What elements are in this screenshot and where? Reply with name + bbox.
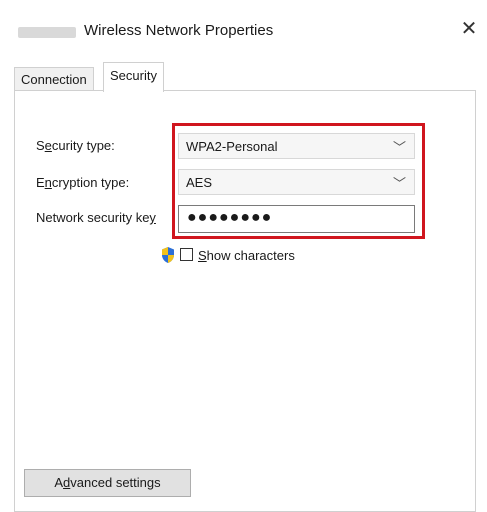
window-title: Wireless Network Properties: [84, 22, 274, 39]
show-characters-checkbox[interactable]: [180, 248, 193, 261]
close-button[interactable]: ✕: [454, 14, 484, 44]
security-type-label: Security type:: [36, 138, 115, 153]
close-icon: ✕: [460, 18, 478, 40]
security-type-value: WPA2-Personal: [186, 139, 278, 154]
show-characters-label[interactable]: Show characters: [198, 248, 295, 263]
masked-key-value: ●●●●●●●●: [187, 209, 273, 226]
network-name-redacted: [18, 27, 76, 38]
tab-strip: Connection Security: [14, 62, 474, 92]
network-security-key-field[interactable]: ●●●●●●●●: [178, 205, 415, 233]
tab-security[interactable]: Security: [103, 62, 164, 92]
title-bar: Wireless Network Properties ✕: [0, 0, 487, 62]
chevron-down-icon: ﹀: [392, 140, 406, 155]
shield-icon: [162, 247, 174, 263]
network-security-key-label: Network security key: [36, 210, 156, 225]
security-type-dropdown[interactable]: WPA2-Personal ﹀: [178, 133, 415, 159]
encryption-type-value: AES: [186, 175, 213, 190]
chevron-down-icon: ﹀: [392, 176, 406, 191]
encryption-type-label: Encryption type:: [36, 175, 130, 190]
tab-connection[interactable]: Connection: [14, 67, 94, 92]
encryption-type-dropdown[interactable]: AES ﹀: [178, 169, 415, 195]
advanced-settings-button[interactable]: Advanced settings: [24, 469, 191, 497]
